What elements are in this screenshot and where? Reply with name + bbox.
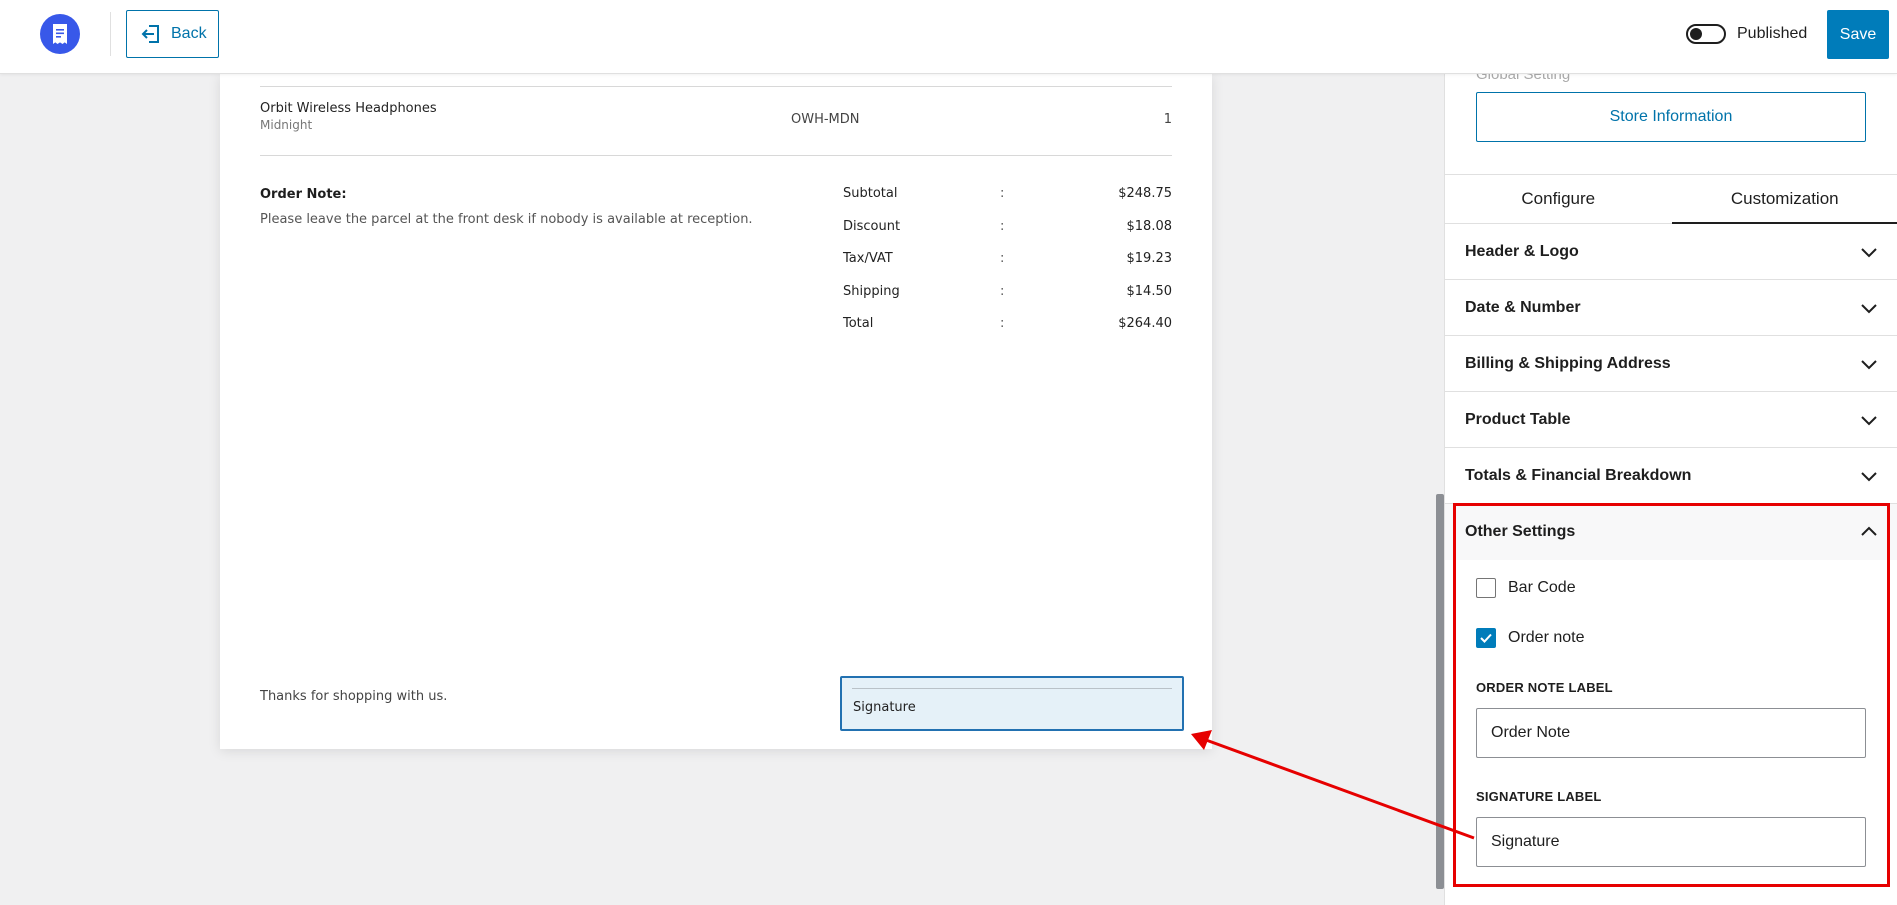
signature-block[interactable]: Signature (840, 676, 1184, 731)
section-totals-breakdown[interactable]: Totals & Financial Breakdown (1445, 448, 1897, 504)
chevron-down-icon (1861, 471, 1877, 481)
checkbox-label: Order note (1508, 629, 1585, 646)
published-label: Published (1737, 25, 1808, 42)
totals-row: Tax/VAT: $19.23 (843, 251, 1172, 284)
section-label: Date & Number (1465, 298, 1581, 316)
section-product-table[interactable]: Product Table (1445, 392, 1897, 448)
divider (260, 86, 1172, 87)
section-label: Header & Logo (1465, 242, 1579, 260)
app-logo[interactable] (40, 14, 80, 54)
bar-code-checkbox[interactable]: Bar Code (1476, 578, 1576, 598)
totals-separator: : (1000, 283, 1005, 299)
chevron-down-icon (1861, 359, 1877, 369)
totals-label: Tax/VAT (843, 251, 893, 266)
product-name: Orbit Wireless Headphones (260, 101, 437, 116)
checkmark-icon (1480, 633, 1492, 643)
order-note-text: Please leave the parcel at the front des… (260, 212, 753, 227)
totals-value: $18.08 (1126, 218, 1173, 234)
section-label: Billing & Shipping Address (1465, 354, 1671, 372)
tab-customization[interactable]: Customization (1671, 175, 1897, 224)
totals-value: $14.50 (1126, 283, 1173, 299)
product-qty: 1 (1163, 112, 1172, 127)
signature-label-input[interactable] (1476, 817, 1866, 867)
settings-sidebar: Global Setting Store Information Configu… (1444, 66, 1897, 905)
section-date-number[interactable]: Date & Number (1445, 280, 1897, 336)
toolbar-divider (110, 12, 111, 56)
order-note-title: Order Note: (260, 187, 347, 202)
totals-separator: : (1000, 186, 1005, 201)
order-note-label-input[interactable] (1476, 708, 1866, 758)
save-button[interactable]: Save (1827, 10, 1889, 59)
checkbox[interactable] (1476, 578, 1496, 598)
section-label: Product Table (1465, 410, 1571, 428)
checkbox-label: Bar Code (1508, 579, 1576, 596)
exit-arrow-icon (141, 25, 159, 43)
order-note-checkbox[interactable]: Order note (1476, 628, 1584, 648)
totals-separator: : (1000, 218, 1005, 234)
section-other-settings[interactable]: Other Settings (1445, 504, 1897, 560)
section-billing-shipping[interactable]: Billing & Shipping Address (1445, 336, 1897, 392)
section-label: Other Settings (1465, 523, 1576, 540)
back-button[interactable]: Back (126, 10, 219, 58)
chevron-down-icon (1861, 303, 1877, 313)
invoice-preview: Orbit Wireless Headphones Midnight OWH-M… (220, 74, 1212, 749)
section-header-logo[interactable]: Header & Logo (1445, 224, 1897, 280)
totals-separator: : (1000, 316, 1005, 331)
totals-row: Discount: $18.08 (843, 219, 1172, 252)
divider (260, 155, 1172, 156)
order-note-label-title: ORDER NOTE LABEL (1476, 680, 1613, 695)
scrollbar-thumb[interactable] (1436, 494, 1444, 889)
chevron-down-icon (1861, 415, 1877, 425)
totals-value: $264.40 (1118, 316, 1172, 331)
product-variant: Midnight (260, 118, 313, 132)
totals-value: $248.75 (1118, 186, 1172, 201)
sidebar-tabs: Configure Customization (1445, 174, 1897, 224)
back-label: Back (171, 25, 207, 42)
totals-separator: : (1000, 251, 1005, 266)
totals-label: Total (843, 316, 874, 331)
signature-line (852, 688, 1172, 689)
published-toggle[interactable] (1686, 24, 1726, 44)
totals-row: Subtotal: $248.75 (843, 186, 1172, 219)
product-sku: OWH-MDN (791, 112, 860, 127)
thanks-message: Thanks for shopping with us. (260, 689, 448, 704)
signature-text: Signature (853, 700, 916, 715)
totals-label: Subtotal (843, 186, 898, 201)
signature-label-title: SIGNATURE LABEL (1476, 789, 1602, 804)
section-label: Totals & Financial Breakdown (1465, 466, 1692, 484)
toggle-knob (1690, 28, 1702, 40)
chevron-up-icon (1861, 526, 1877, 536)
top-toolbar: Back Published Save (0, 0, 1897, 74)
totals-row: Total: $264.40 (843, 316, 1172, 349)
receipt-icon (53, 24, 67, 44)
totals-label: Discount (843, 218, 901, 234)
totals-row: Shipping: $14.50 (843, 284, 1172, 317)
chevron-down-icon (1861, 247, 1877, 257)
checkbox[interactable] (1476, 628, 1496, 648)
tab-configure[interactable]: Configure (1445, 175, 1672, 223)
totals-table: Subtotal: $248.75 Discount: $18.08 Tax/VAT… (843, 186, 1172, 349)
totals-value: $19.23 (1126, 251, 1173, 266)
store-information-button[interactable]: Store Information (1476, 92, 1866, 142)
totals-label: Shipping (843, 283, 900, 299)
